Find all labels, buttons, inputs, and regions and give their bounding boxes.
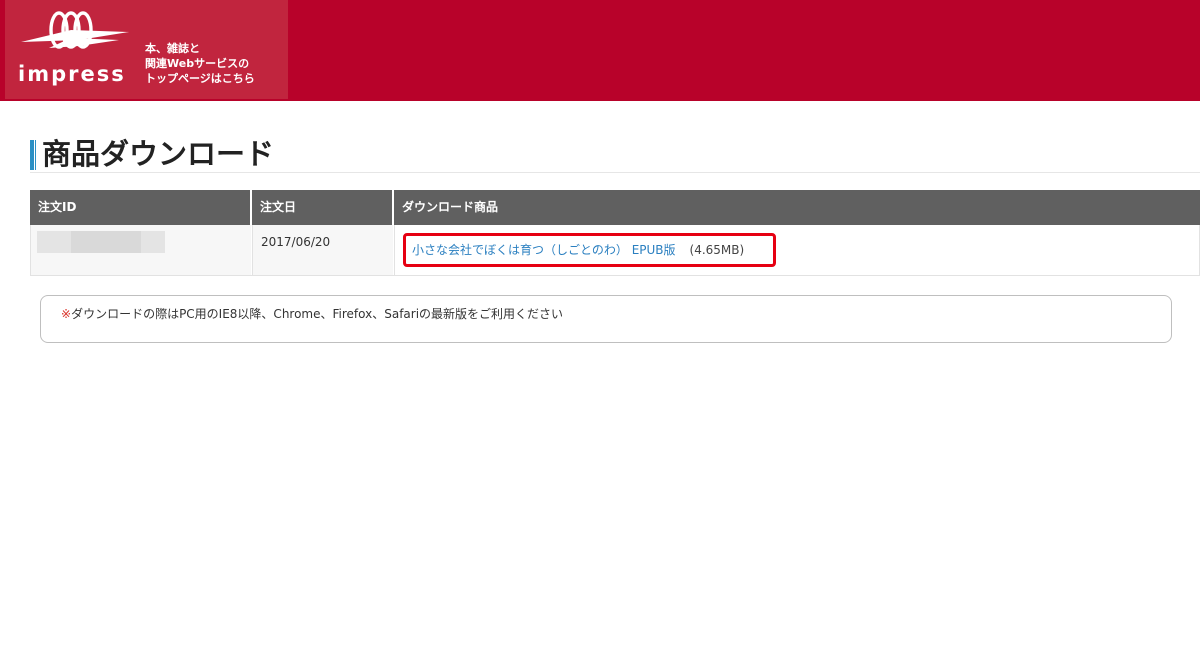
tagline-line-1: 本、雑誌と [145, 42, 200, 55]
impress-logo-text: impress [18, 62, 126, 86]
download-item-cell: 小さな会社でぼくは育つ（しごとのわ） EPUB版 (4.65MB) [395, 225, 1199, 275]
page-title-section: 商品ダウンロード [30, 134, 1200, 173]
notice-text: ダウンロードの際はPC用のIE8以降、Chrome、Firefox、Safari… [71, 307, 564, 321]
order-id-cell [31, 225, 251, 275]
tagline-line-2: 関連Webサービスの [145, 57, 250, 70]
order-date-cell: 2017/06/20 [253, 225, 393, 275]
column-header-download-item: ダウンロード商品 [394, 190, 1200, 225]
impress-logo-icon [21, 11, 129, 49]
download-product-link[interactable]: 小さな会社でぼくは育つ（しごとのわ） EPUB版 [412, 243, 676, 257]
redacted-order-id-inner [71, 231, 141, 253]
page-title: 商品ダウンロード [42, 137, 275, 171]
file-size: (4.65MB) [689, 243, 745, 257]
browser-notice: ※ダウンロードの際はPC用のIE8以降、Chrome、Firefox、Safar… [40, 295, 1172, 343]
highlight-box: 小さな会社でぼくは育つ（しごとのわ） EPUB版 (4.65MB) [403, 233, 776, 267]
impress-home-link[interactable]: impress 本、雑誌と 関連Webサービスの トップページはこちら [5, 0, 288, 99]
notice-mark: ※ [61, 307, 72, 321]
title-accent-bar-thin [35, 140, 36, 170]
site-header: impress 本、雑誌と 関連Webサービスの トップページはこちら [0, 0, 1200, 101]
tagline-line-3: トップページはこちら [145, 72, 255, 85]
column-header-order-id: 注文ID [30, 190, 250, 225]
column-header-order-date: 注文日 [252, 190, 392, 225]
table-row: 2017/06/20 小さな会社でぼくは育つ（しごとのわ） EPUB版 (4.65… [30, 225, 1200, 276]
title-accent-bar [30, 140, 34, 170]
logo-tagline[interactable]: 本、雑誌と 関連Webサービスの トップページはこちら [145, 41, 285, 86]
